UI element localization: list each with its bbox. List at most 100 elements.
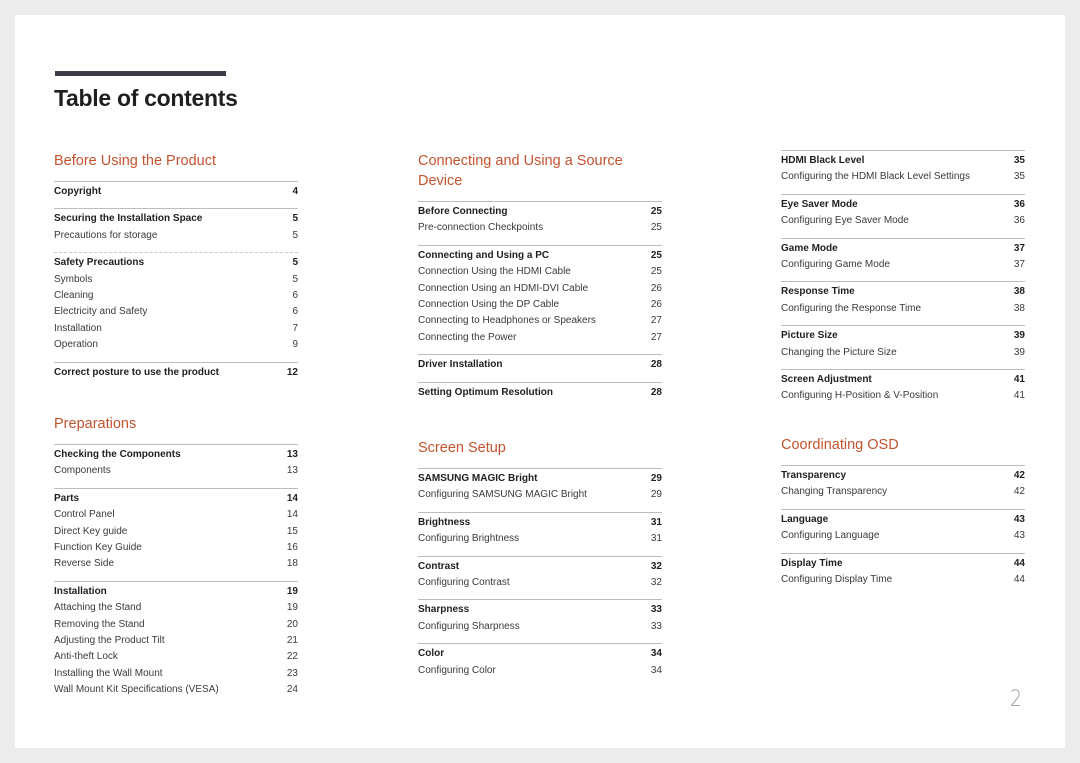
toc-heading-entry[interactable]: Response Time 38 [781,284,1025,300]
toc-heading-entry[interactable]: Installation 19 [54,584,298,600]
toc-heading-entry[interactable]: Picture Size 39 [781,328,1025,344]
toc-entry[interactable]: Changing the Picture Size 39 [781,345,1025,361]
toc-entry[interactable]: Pre-connection Checkpoints 25 [418,220,662,236]
entry-page-number: 29 [650,489,662,501]
entry-page-number: 25 [650,249,662,261]
toc-group: Eye Saver Mode 36 Configuring Eye Saver Mo… [781,193,1025,230]
toc-heading-entry[interactable]: Transparency 42 [781,468,1025,484]
entry-page-number: 22 [286,651,298,663]
entry-label: Configuring Sharpness [418,620,520,632]
toc-heading-entry[interactable]: Securing the Installation Space 5 [54,211,298,227]
toc-entry[interactable]: Anti-theft Lock 22 [54,649,298,665]
entry-label: Installation [54,585,107,597]
entry-label: Removing the Stand [54,618,145,630]
entry-page-number: 28 [650,359,662,371]
entry-label: Precautions for storage [54,229,158,241]
toc-entry[interactable]: Configuring Display Time 44 [781,572,1025,588]
toc-entry[interactable]: Adjusting the Product Tilt 21 [54,633,298,649]
toc-entry[interactable]: Changing Transparency 42 [781,484,1025,500]
toc-entry[interactable]: Configuring H-Position & V-Position 41 [781,388,1025,404]
toc-entry[interactable]: Operation 9 [54,337,298,353]
entry-page-number: 37 [1013,242,1025,254]
toc-entry[interactable]: Configuring the HDMI Black Level Setting… [781,169,1025,185]
entry-label: Adjusting the Product Tilt [54,635,165,647]
entry-label: Anti-theft Lock [54,651,118,663]
toc-heading-entry[interactable]: Copyright 4 [54,184,298,200]
entry-page-number: 44 [1013,557,1025,569]
toc-entry[interactable]: Installing the Wall Mount 23 [54,666,298,682]
toc-entry[interactable]: Attaching the Stand 19 [54,600,298,616]
toc-heading-entry[interactable]: Game Mode 37 [781,241,1025,257]
toc-heading-entry[interactable]: Setting Optimum Resolution 28 [418,385,662,401]
toc-entry[interactable]: Configuring the Response Time 38 [781,301,1025,317]
entry-page-number: 44 [1013,574,1025,586]
toc-heading-entry[interactable]: Connecting and Using a PC 25 [418,248,662,264]
toc-entry[interactable]: Configuring SAMSUNG MAGIC Bright 29 [418,487,662,503]
toc-entry[interactable]: Configuring Language 43 [781,528,1025,544]
entry-page-number: 21 [286,635,298,647]
toc-heading-entry[interactable]: Eye Saver Mode 36 [781,197,1025,213]
toc-section-coordinating-osd: Coordinating OSD Transparency 42 Changing … [781,435,1025,596]
toc-entry[interactable]: Components 13 [54,463,298,479]
toc-entry[interactable]: Configuring Contrast 32 [418,575,662,591]
toc-entry[interactable]: Symbols 5 [54,272,298,288]
toc-entry[interactable]: Cleaning 6 [54,288,298,304]
toc-entry[interactable]: Reverse Side 18 [54,556,298,572]
toc-entry[interactable]: Configuring Eye Saver Mode 36 [781,213,1025,229]
toc-entry[interactable]: Function Key Guide 16 [54,540,298,556]
entry-page-number: 38 [1013,286,1025,298]
entry-page-number: 25 [650,206,662,217]
entry-label: Parts [54,492,80,504]
toc-heading-entry[interactable]: Checking the Components 13 [54,447,298,463]
entry-page-number: 13 [286,449,298,460]
entry-label: Configuring Game Mode [781,259,890,271]
toc-group: Copyright 4 [54,181,298,200]
toc-heading-entry[interactable]: Before Connecting 25 [418,204,662,220]
toc-heading-entry[interactable]: Language 43 [781,512,1025,528]
toc-heading-entry[interactable]: Color 34 [418,646,662,662]
entry-page-number: 37 [1013,259,1025,271]
toc-entry[interactable]: Removing the Stand 20 [54,617,298,633]
toc-heading-entry[interactable]: Sharpness 33 [418,602,662,618]
toc-heading-entry[interactable]: Screen Adjustment 41 [781,372,1025,388]
entry-page-number: 18 [286,558,298,570]
toc-heading-entry[interactable]: Parts 14 [54,491,298,507]
toc-entry[interactable]: Precautions for storage 5 [54,228,298,244]
toc-heading-entry[interactable]: Contrast 32 [418,559,662,575]
toc-entry[interactable]: Connecting the Power 27 [418,330,662,346]
toc-heading-entry[interactable]: Display Time 44 [781,556,1025,572]
entry-page-number: 25 [650,266,662,278]
toc-entry[interactable]: Configuring Brightness 31 [418,531,662,547]
section-title: Connecting and Using a Source Device [418,153,623,189]
toc-group: Parts 14 Control Panel 14 Direct Key guide 15… [54,487,298,573]
toc-heading-entry[interactable]: Driver Installation 28 [418,357,662,373]
toc-entry[interactable]: Installation 7 [54,321,298,337]
entry-label: Configuring Brightness [418,533,520,545]
entry-label: Cleaning [54,290,94,302]
section-title: Screen Setup [418,440,506,456]
entry-page-number: 43 [1013,513,1025,525]
toc-group: Transparency 42 Changing Transparency 42 [781,465,1025,501]
toc-heading-entry[interactable]: SAMSUNG MAGIC Bright 29 [418,471,662,487]
toc-entry[interactable]: Electricity and Safety 6 [54,304,298,320]
entry-page-number: 31 [650,533,662,545]
toc-entry[interactable]: Configuring Game Mode 37 [781,257,1025,273]
toc-heading-entry[interactable]: HDMI Black Level 35 [781,153,1025,169]
toc-entry[interactable]: Configuring Color 34 [418,663,662,679]
toc-entry[interactable]: Control Panel 14 [54,507,298,523]
toc-entry[interactable]: Direct Key guide 15 [54,524,298,540]
toc-heading-entry[interactable]: Correct posture to use the product 12 [54,365,298,381]
toc-heading-entry[interactable]: Brightness 31 [418,515,662,531]
toc-section-connecting: Connecting and Using a Source Device Bef… [418,151,662,409]
toc-entry[interactable]: Connecting to Headphones or Speakers 27 [418,313,662,329]
toc-entry[interactable]: Connection Using the HDMI Cable 25 [418,264,662,280]
entry-page-number: 12 [286,366,298,378]
section-title: Before Using the Product [54,153,217,169]
entry-label: Safety Precautions [54,257,145,269]
entry-label: Reverse Side [54,558,115,570]
toc-heading-entry[interactable]: Safety Precautions 5 [54,255,298,271]
toc-entry[interactable]: Connection Using the DP Cable 26 [418,297,662,313]
toc-entry[interactable]: Configuring Sharpness 33 [418,619,662,635]
toc-entry[interactable]: Wall Mount Kit Specifications (VESA) 24 [54,682,298,698]
toc-entry[interactable]: Connection Using an HDMI-DVI Cable 26 [418,281,662,297]
